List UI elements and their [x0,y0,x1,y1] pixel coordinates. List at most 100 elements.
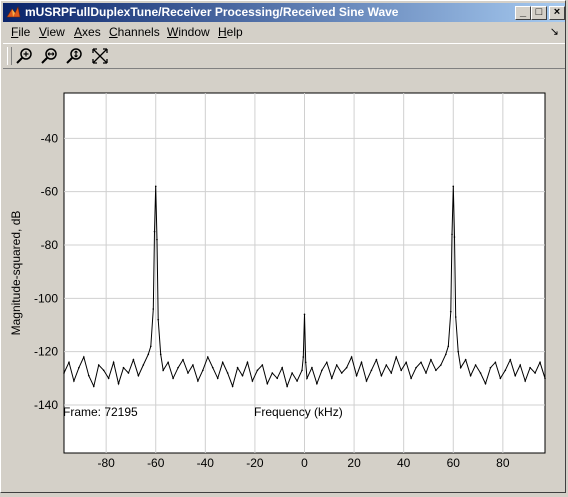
spectrum-point [395,356,398,358]
menu-view[interactable]: View [39,25,65,39]
menu-axes[interactable]: Axes [74,25,101,39]
spectrum-point [153,230,156,233]
matlab-logo-icon [6,6,21,18]
x-tick-label: -80 [97,456,115,470]
spectrum-point [514,374,517,377]
spectrum-point [445,353,447,356]
y-tick-label: -80 [41,238,59,252]
spectrum-point [207,356,209,358]
title-bar[interactable]: mUSRPFullDuplexTune/Receiver Processing/… [3,3,565,22]
spectrum-point [484,382,487,385]
spectrum-point [87,374,90,377]
spectrum-point [415,366,417,369]
x-tick-label: 80 [496,456,510,470]
spectrum-point [147,353,150,356]
spectrum-point [447,345,450,348]
x-tick-label: 40 [397,456,411,470]
spectrum-point [489,366,492,369]
spectrum-point [375,358,378,361]
spectrum-point [449,310,452,313]
spectrum-point [241,374,244,377]
spectrum-point [157,318,160,321]
menu-file[interactable]: File [11,25,30,39]
minimize-button[interactable]: _ [515,6,531,20]
zoom-in-icon[interactable] [15,47,35,65]
maximize-button[interactable]: □ [531,6,547,20]
menu-window[interactable]: Window [167,25,210,39]
spectrum-point [504,369,507,372]
spectrum-point [469,374,472,377]
spectrum-point [385,364,388,366]
spectrum-point [132,358,135,361]
close-button[interactable]: × [549,6,565,20]
spectrum-point [479,372,482,374]
y-tick-label: -40 [41,131,59,145]
plot-area: -80 -60 -40 -20 0 20 40 60 80 -140 -120 -100 -80 -60 -… [3,71,565,492]
spectrum-point [457,350,460,353]
spectrum-point [524,380,526,382]
maximize-icon: □ [535,6,543,18]
spectrum-point [494,361,497,364]
spectrum-point [303,313,306,316]
menu-help[interactable]: Help [218,25,243,39]
spectrum-point [172,377,174,380]
spectrum-point [529,366,531,369]
spectrum-point [182,358,184,361]
spectrum-point [167,361,169,364]
spectrum-point [73,380,75,382]
spectrum-point [127,372,130,374]
spectrum-point [440,364,442,366]
spectrum-point [519,364,522,366]
spectrum-point [202,369,204,372]
spectrum-point [420,361,422,364]
spectrum-point [539,361,541,364]
autoscale-icon[interactable] [90,47,110,65]
menu-channels[interactable]: Channels [109,25,160,39]
spectrum-chart[interactable]: -80 -60 -40 -20 0 20 40 60 80 -140 -120 -100 -80 -60 -… [3,71,565,492]
spectrum-point [261,364,264,366]
spectrum-point [92,385,95,388]
x-tick-label: 60 [447,456,461,470]
spectrum-point [405,361,407,364]
x-tick-label: -60 [147,456,165,470]
spectrum-point [316,382,318,385]
spectrum-point [474,364,477,366]
spectrum-point [137,374,140,377]
spectrum-point [509,358,512,361]
spectrum-point [231,385,234,388]
spectrum-point [365,380,368,382]
frame-counter: Frame: 72195 [63,405,138,419]
toolbar [3,43,565,69]
zoom-y-icon[interactable] [65,47,85,65]
spectrum-point [459,366,462,369]
spectrum-point [246,361,249,364]
x-tick-label: 20 [347,456,361,470]
spectrum-point [304,361,307,364]
spectrum-point [360,361,363,364]
spectrum-point [425,372,427,374]
y-tick-label: -60 [41,185,59,199]
spectrum-point [78,366,80,369]
spectrum-point [454,316,457,318]
menu-bar: File View Axes Channels Window Help ↘ [3,23,565,41]
spectrum-point [276,377,279,380]
spectrum-point [301,369,303,372]
spectrum-point [330,377,333,380]
spectrum-point [452,185,455,188]
spectrum-point [68,361,70,364]
spectrum-point [350,356,353,358]
toolbar-grip[interactable] [7,47,12,65]
close-icon: × [553,6,561,18]
y-tick-label: -120 [34,345,58,359]
spectrum-point [192,364,194,366]
window-title: mUSRPFullDuplexTune/Receiver Processing/… [25,5,399,19]
spectrum-point [177,366,179,369]
x-tick-label: -40 [197,456,215,470]
zoom-x-icon[interactable] [40,47,60,65]
spectrum-point [97,364,100,366]
spectrum-point [435,369,437,372]
spectrum-point [499,377,502,380]
dock-arrow-icon[interactable]: ↘ [550,25,559,38]
spectrum-point [197,380,199,382]
spectrum-point [102,369,105,372]
